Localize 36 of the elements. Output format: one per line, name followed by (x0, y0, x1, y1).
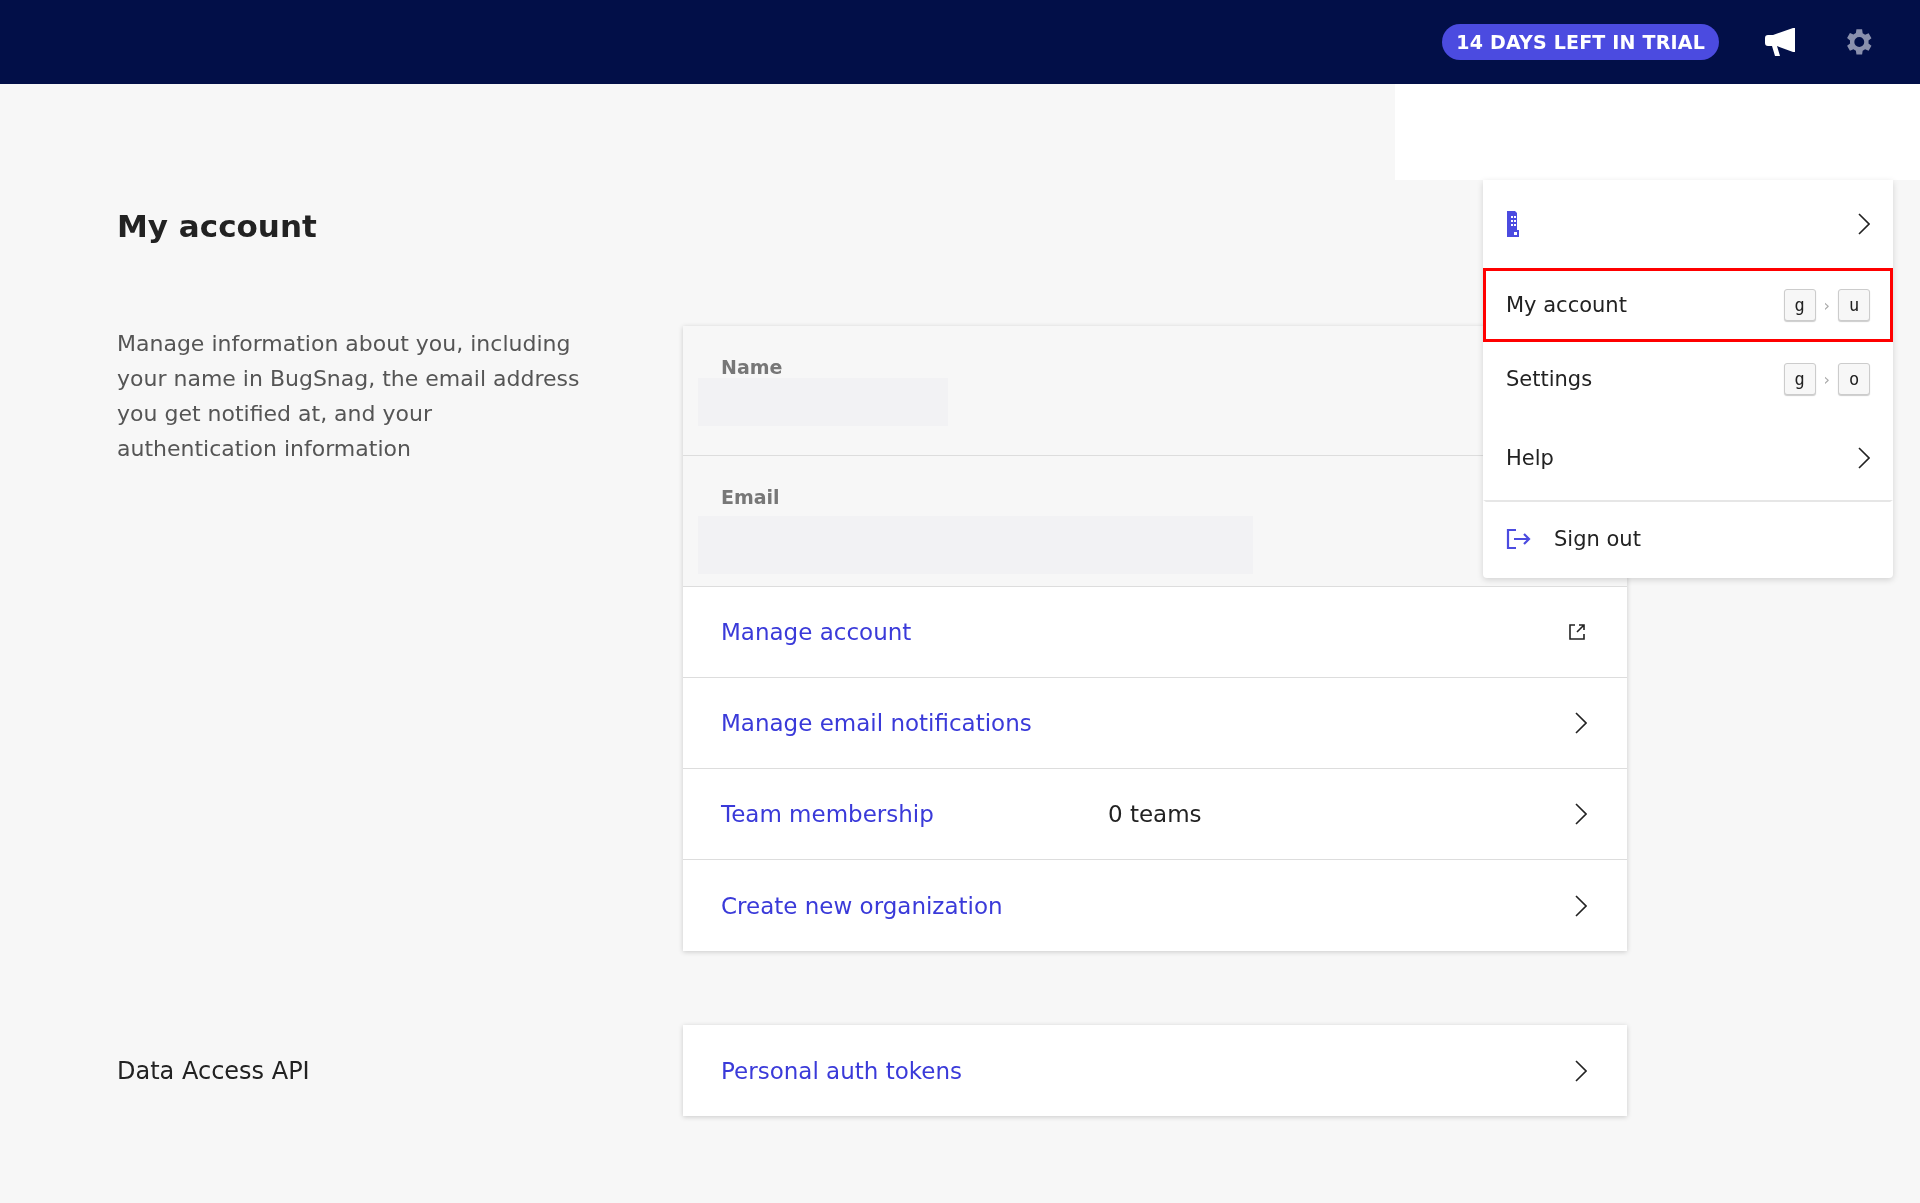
section-heading: Data Access API (117, 1056, 311, 1085)
menu-item[interactable]: Settings g › o (1483, 342, 1893, 416)
page-title: My account (117, 207, 317, 246)
chevron-right-icon (1575, 1059, 1587, 1082)
link-row[interactable]: Create new organization (683, 860, 1627, 951)
row-value: 0 teams (1108, 801, 1202, 827)
trial-badge[interactable]: 14 DAYS LEFT IN TRIAL (1442, 24, 1719, 60)
menu-item[interactable]: Help (1483, 416, 1893, 500)
sign-out-icon (1506, 527, 1532, 550)
key-separator: › (1823, 295, 1830, 315)
link-row[interactable]: Personal auth tokens (683, 1025, 1627, 1116)
link-label: Manage account (721, 619, 913, 645)
section-description: Manage information about you, including your name in BugSnag, the email address you get notified at, and your authentication information (117, 330, 581, 463)
field-label: Email (721, 486, 780, 508)
link-label: Create new organization (721, 892, 1004, 919)
keyboard-key: u (1838, 289, 1870, 321)
chevron-right-icon (1575, 803, 1587, 825)
link-row[interactable]: Manage email notifications (683, 678, 1627, 769)
menu-item[interactable]: My account g › u (1483, 268, 1893, 342)
external-link-icon (1567, 622, 1587, 642)
chevron-right-icon (1575, 712, 1587, 734)
field-label: Name (721, 356, 783, 378)
link-row[interactable]: Team membership 0 teams (683, 769, 1627, 860)
chevron-right-icon (1858, 447, 1870, 469)
chevron-right-icon (1858, 213, 1870, 235)
link-label: Team membership (721, 801, 935, 827)
building-icon (1506, 210, 1520, 238)
keyboard-key: g (1783, 363, 1816, 395)
keyboard-key: o (1838, 363, 1870, 395)
keyboard-key: g (1783, 289, 1816, 321)
menu-item[interactable]: Sign out (1483, 500, 1893, 578)
key-separator: › (1823, 369, 1830, 389)
chevron-right-icon (1575, 894, 1587, 917)
link-label: Personal auth tokens (721, 1057, 963, 1084)
link-label: Manage email notifications (721, 710, 1033, 736)
link-row[interactable]: Manage account (683, 587, 1627, 678)
